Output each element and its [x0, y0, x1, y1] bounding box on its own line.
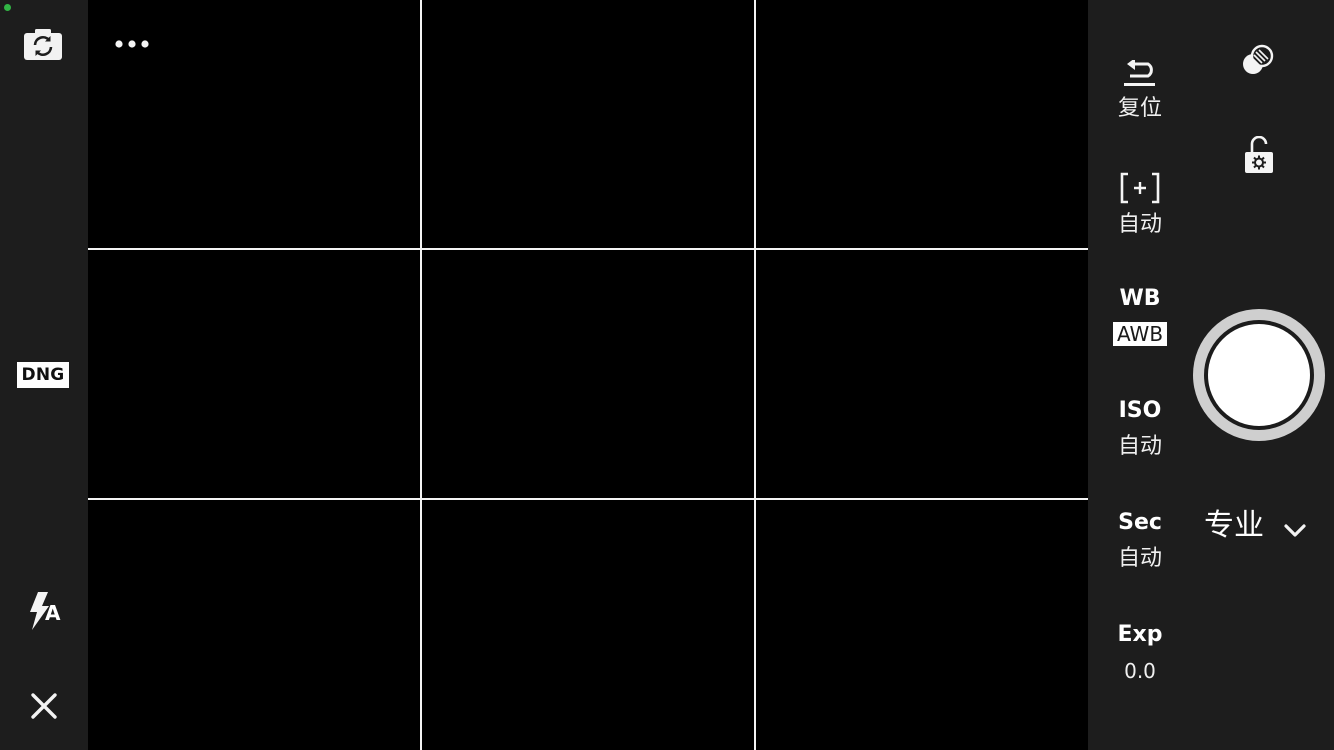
shutter-speed-control[interactable]: Sec 自动 [1098, 510, 1182, 572]
exp-value: 0.0 [1124, 659, 1156, 683]
shutter-core [1208, 324, 1310, 426]
iso-control[interactable]: ISO 自动 [1098, 398, 1182, 460]
grid-line-horizontal [88, 498, 1088, 500]
left-toolbar: DNG A [0, 0, 88, 750]
close-icon[interactable] [28, 690, 60, 722]
focus-mode-control[interactable]: 自动 [1098, 170, 1182, 238]
dng-raw-toggle[interactable]: DNG [17, 362, 69, 388]
grid-line-vertical [420, 0, 422, 750]
sec-label: Sec [1118, 510, 1162, 535]
exposure-control[interactable]: Exp 0.0 [1098, 622, 1182, 684]
camera-mode-selector[interactable]: 专业 [1204, 506, 1264, 546]
exp-label: Exp [1117, 622, 1163, 647]
camera-switch-icon[interactable] [23, 28, 63, 61]
shutter-ring [1204, 320, 1314, 430]
status-indicator [4, 4, 11, 11]
reset-label: 复位 [1117, 96, 1162, 121]
settings-lock-icon[interactable] [1242, 136, 1276, 174]
reset-button[interactable]: 复位 [1098, 60, 1182, 122]
focus-bracket-icon [1120, 172, 1160, 204]
shutter-button[interactable] [1193, 309, 1325, 441]
flash-mode-label: A [45, 601, 61, 625]
wb-value: AWB [1112, 322, 1168, 346]
white-balance-control[interactable]: WB AWB [1098, 286, 1182, 346]
grid-line-horizontal [88, 248, 1088, 250]
wb-label: WB [1119, 286, 1161, 311]
chevron-down-icon[interactable] [1283, 518, 1307, 542]
iso-label: ISO [1118, 398, 1162, 423]
grid-line-vertical [754, 0, 756, 750]
more-options-icon[interactable] [112, 30, 152, 56]
focus-value: 自动 [1117, 212, 1162, 237]
sec-value: 自动 [1117, 546, 1162, 571]
undo-icon [1124, 60, 1155, 86]
camera-viewfinder[interactable] [88, 0, 1088, 750]
filter-effects-icon[interactable] [1240, 42, 1278, 80]
iso-value: 自动 [1117, 434, 1162, 459]
